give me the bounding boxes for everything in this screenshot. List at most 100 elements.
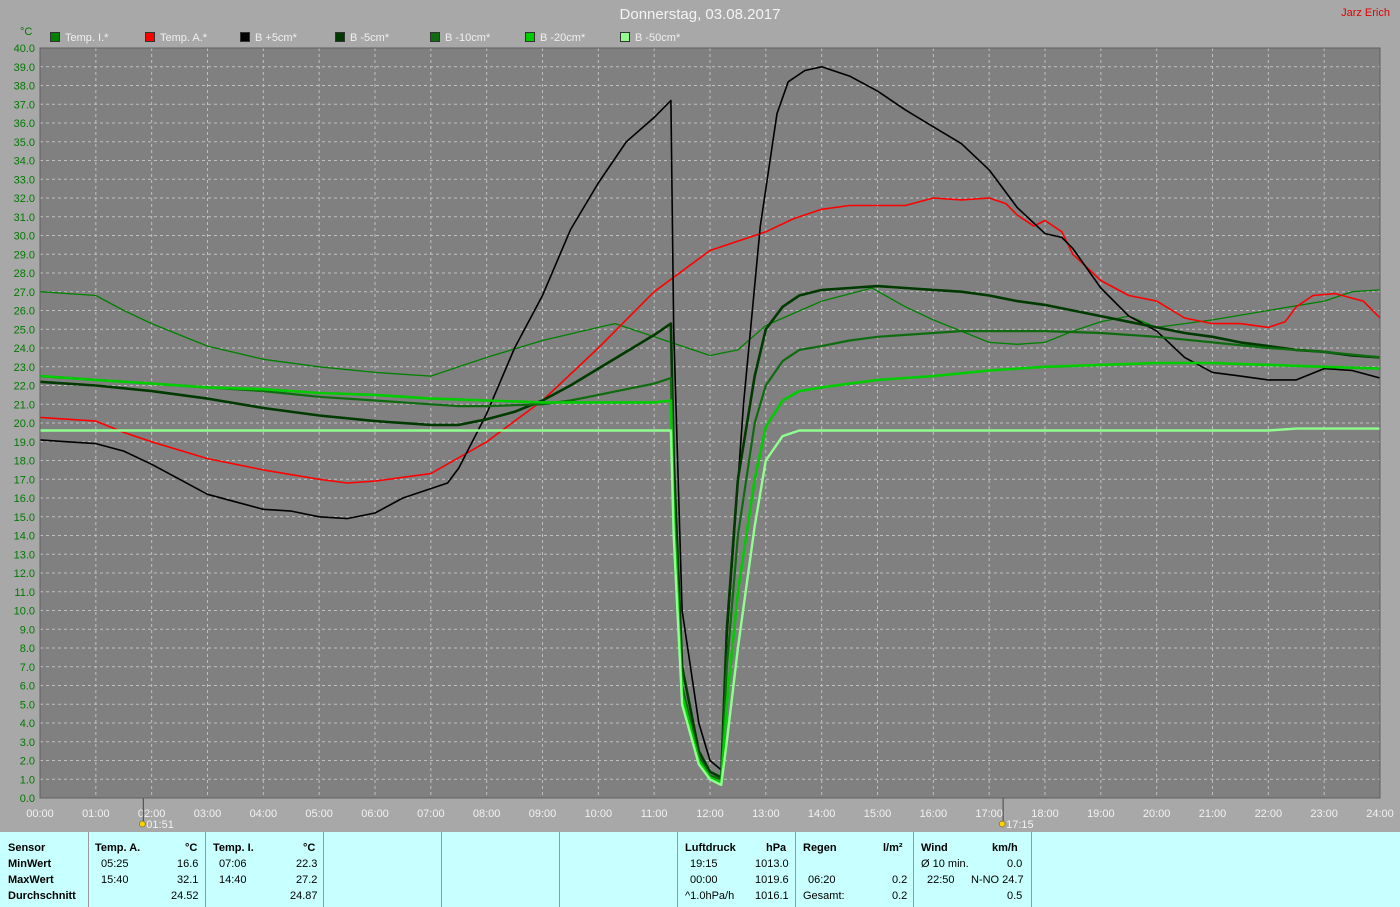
x-tick-label: 20:00 <box>1143 808 1171 820</box>
temp-i-min-time: 07:06 <box>219 858 247 870</box>
y-tick-label: 0.0 <box>20 793 35 805</box>
temp-a-column: Temp. A. °C 05:25 16.6 15:40 32.1 24.52 <box>88 832 206 907</box>
rain-time: 06:20 <box>808 874 836 886</box>
x-tick-label: 14:00 <box>808 808 836 820</box>
x-tick-label: 07:00 <box>417 808 445 820</box>
pressure-unit: hPa <box>766 842 787 854</box>
y-tick-label: 39.0 <box>14 62 35 74</box>
y-tick-label: 18.0 <box>14 456 35 468</box>
empty-column-4 <box>1031 832 1400 907</box>
y-tick-label: 32.0 <box>14 193 35 205</box>
y-tick-label: 7.0 <box>20 662 35 674</box>
x-tick-label: 18:00 <box>1031 808 1059 820</box>
legend-item: B -5cm* <box>335 32 389 44</box>
temp-a-min-value: 16.6 <box>177 858 199 870</box>
legend-label: B -10cm* <box>445 32 491 44</box>
legend-swatch <box>620 32 630 42</box>
x-tick-label: 19:00 <box>1087 808 1115 820</box>
empty-column-3 <box>559 832 678 907</box>
max-label: MaxWert <box>8 874 54 886</box>
pressure-max-time: 00:00 <box>690 874 718 886</box>
sun-icon <box>998 820 1006 828</box>
y-axis-unit: °C <box>20 26 33 38</box>
x-tick-label: 13:00 <box>752 808 780 820</box>
pressure-min-value: 1013.0 <box>755 858 789 870</box>
pressure-header: Luftdruck <box>685 842 736 854</box>
legend-item: Temp. I.* <box>50 32 108 44</box>
chart-area: 0.0 1.0 2.0 3.0 4.0 5.0 6.0 7.0 8.0 9.0 10.0 11.0 12… <box>0 0 1400 832</box>
legend-item: B -50cm* <box>620 32 680 44</box>
y-tick-label: 9.0 <box>20 624 35 636</box>
y-tick-label: 2.0 <box>20 756 35 768</box>
y-tick-label: 37.0 <box>14 99 35 111</box>
temp-a-average: 24.52 <box>171 890 199 902</box>
legend-item: B -10cm* <box>430 32 490 44</box>
legend-label: B -20cm* <box>540 32 586 44</box>
temp-i-column: Temp. I. °C 07:06 22.3 14:40 27.2 24.87 <box>205 832 324 907</box>
wind-column: Wind km/h Ø 10 min. 0.0 22:50 N-NO 24.7 … <box>913 832 1032 907</box>
y-tick-label: 14.0 <box>14 531 35 543</box>
x-tick-label: 09:00 <box>529 808 557 820</box>
event-marker-label: 01:51 <box>146 819 174 831</box>
y-tick-label: 34.0 <box>14 156 35 168</box>
chart-title: Donnerstag, 03.08.2017 <box>619 6 781 23</box>
author-label: Jarz Erich <box>1341 7 1390 19</box>
temp-i-max-time: 14:40 <box>219 874 247 886</box>
x-tick-label: 06:00 <box>361 808 389 820</box>
legend-item: Temp. A.* <box>145 32 207 44</box>
rain-unit: l/m² <box>883 842 903 854</box>
x-tick-label: 24:00 <box>1366 808 1394 820</box>
wind-max-time: 22:50 <box>927 874 955 886</box>
temp-a-min-time: 05:25 <box>101 858 129 870</box>
pressure-trend-value: 1016.1 <box>755 890 789 902</box>
min-label: MinWert <box>8 858 52 870</box>
x-tick-label: 11:00 <box>641 808 668 820</box>
y-tick-label: 5.0 <box>20 699 35 711</box>
x-tick-label: 05:00 <box>305 808 333 820</box>
temp-a-unit: °C <box>185 842 198 854</box>
rain-total-label: Gesamt: <box>803 890 845 902</box>
pressure-min-time: 19:15 <box>690 858 718 870</box>
y-tick-label: 31.0 <box>14 212 35 224</box>
pressure-trend: ^1.0hPa/h <box>685 890 735 902</box>
y-tick-label: 8.0 <box>20 643 35 655</box>
y-tick-label: 4.0 <box>20 718 35 730</box>
x-tick-label: 15:00 <box>864 808 892 820</box>
legend-swatch <box>335 32 345 42</box>
temp-i-min-value: 22.3 <box>296 858 318 870</box>
temp-i-unit: °C <box>303 842 316 854</box>
legend-item: B +5cm* <box>240 32 297 44</box>
x-tick-label: 01:00 <box>82 808 110 820</box>
empty-column-1 <box>323 832 442 907</box>
legend-swatch <box>240 32 250 42</box>
y-tick-label: 35.0 <box>14 137 35 149</box>
x-tick-label: 21:00 <box>1199 808 1227 820</box>
wind-max-value: N-NO 24.7 <box>971 874 1024 886</box>
legend-label: B -5cm* <box>350 32 390 44</box>
x-tick-label: 22:00 <box>1255 808 1283 820</box>
temp-a-max-time: 15:40 <box>101 874 129 886</box>
avg-label: Durchschnitt <box>8 890 76 902</box>
stats-panel: Sensor MinWert MaxWert Durchschnitt Temp… <box>0 832 1400 907</box>
event-marker-label: 17:15 <box>1006 819 1034 831</box>
y-tick-label: 16.0 <box>14 493 35 505</box>
y-tick-label: 24.0 <box>14 343 35 355</box>
y-tick-label: 12.0 <box>14 568 35 580</box>
legend-label: Temp. A.* <box>160 32 208 44</box>
x-tick-label: 08:00 <box>473 808 501 820</box>
temp-i-average: 24.87 <box>290 890 318 902</box>
legend-label: B +5cm* <box>255 32 297 44</box>
legend-item: B -20cm* <box>525 32 585 44</box>
rain-header: Regen <box>803 842 837 854</box>
sensor-column: Sensor MinWert MaxWert Durchschnitt <box>0 832 88 907</box>
y-tick-label: 33.0 <box>14 174 35 186</box>
rain-total-value: 0.2 <box>892 890 908 902</box>
wind-avg-value: 0.0 <box>1007 858 1023 870</box>
y-tick-label: 30.0 <box>14 231 35 243</box>
x-tick-label: 03:00 <box>194 808 222 820</box>
empty-column-2 <box>441 832 560 907</box>
y-tick-label: 22.0 <box>14 381 35 393</box>
y-tick-label: 20.0 <box>14 418 35 430</box>
sun-icon <box>139 820 146 828</box>
y-tick-label: 23.0 <box>14 362 35 374</box>
